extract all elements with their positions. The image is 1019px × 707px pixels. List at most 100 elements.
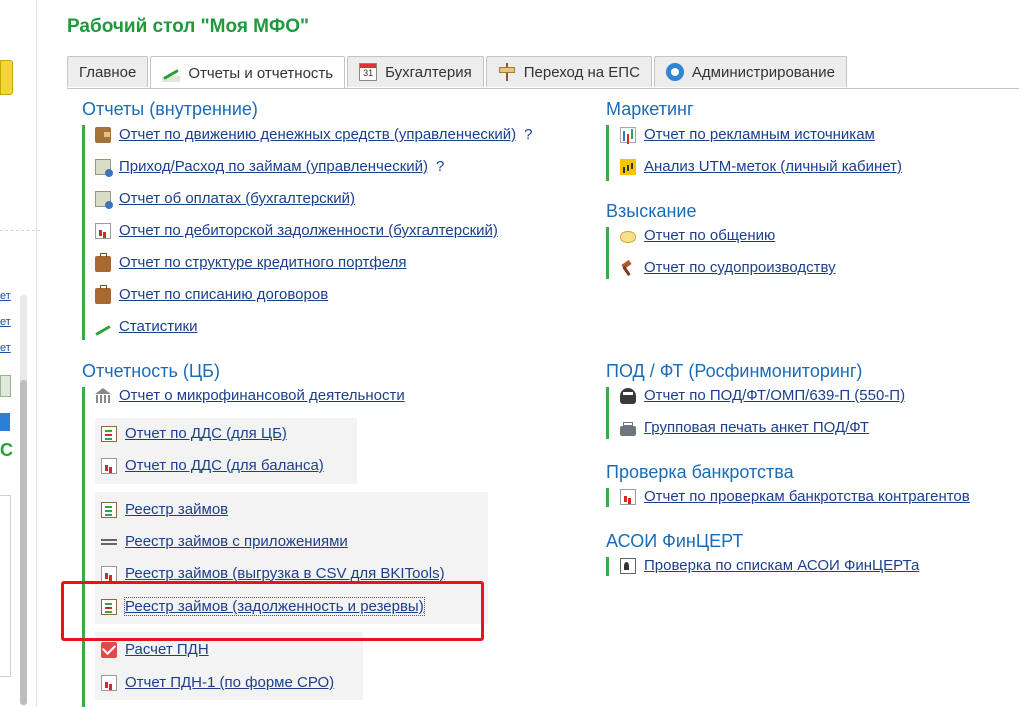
wallet-icon (95, 126, 111, 143)
report-link[interactable]: Приход/Расход по займам (управленческий) (119, 158, 428, 175)
calendar-icon (359, 63, 378, 81)
list-item: Отчет по проверкам банкротства контраген… (620, 488, 970, 505)
mail-check-icon (101, 641, 117, 658)
section-title-asoi: АСОИ ФинЦЕРТ (606, 531, 744, 551)
report-link[interactable]: Отчет по ДДС (для баланса) (125, 457, 324, 474)
sidebar-separator (0, 230, 40, 232)
page-title: Рабочий стол "Моя МФО" (67, 16, 310, 37)
list-item: Отчет по ПОД/ФТ/ОМП/639-П (550-П) (620, 387, 905, 404)
sidebar-tool-icon[interactable] (0, 375, 11, 397)
briefcase-icon (95, 252, 111, 272)
list-item: Реестр займов с приложениями (101, 533, 348, 550)
section-title-cb: Отчетность (ЦБ) (82, 361, 220, 381)
section-title-bankruptcy: Проверка банкротства (606, 462, 794, 482)
list-item: Отчет об оплатах (бухгалтерский) (95, 190, 355, 209)
report-link[interactable]: Статистики (119, 318, 198, 335)
clipboard-check-icon (101, 501, 117, 518)
list-item: Отчет по структуре кредитного портфеля (95, 252, 406, 272)
tab-label: Главное (79, 63, 137, 81)
chart-up-icon (95, 318, 111, 335)
tab-eps[interactable]: Переход на ЕПС (485, 56, 652, 87)
money-icon (95, 158, 113, 177)
tab-label: Бухгалтерия (385, 63, 472, 81)
report-doc-icon (620, 488, 636, 505)
report-doc-icon (101, 457, 117, 474)
report-link[interactable]: Отчет об оплатах (бухгалтерский) (119, 190, 355, 207)
tab-admin[interactable]: Администрирование (653, 56, 847, 87)
list-item: Групповая печать анкет ПОД/ФТ (620, 419, 869, 436)
report-link[interactable]: Отчет по структуре кредитного портфеля (119, 254, 406, 271)
sidebar-scrollbar-thumb[interactable] (20, 380, 27, 705)
section-accent-bar (606, 125, 609, 181)
section-title-internal: Отчеты (внутренние) (82, 99, 258, 119)
report-link[interactable]: Отчет по рекламным источникам (644, 126, 875, 143)
section-accent-bar (606, 387, 609, 439)
report-doc-icon (101, 565, 117, 582)
report-link[interactable]: Отчет по списанию договоров (119, 286, 328, 303)
sidebar-link-fragment[interactable]: ет (0, 290, 11, 302)
report-link[interactable]: Отчет по дебиторской задолженности (бухг… (119, 222, 498, 239)
section-title-marketing: Маркетинг (606, 99, 694, 119)
yellow-action-button[interactable] (0, 60, 13, 95)
list-item: Расчет ПДН (101, 641, 209, 658)
list-item: Отчет о микрофинансовой деятельности (95, 387, 405, 404)
briefcase-icon (95, 284, 111, 304)
report-link[interactable]: Отчет о микрофинансовой деятельности (119, 387, 405, 404)
report-link[interactable]: Отчет ПДН-1 (по форме СРО) (125, 674, 334, 691)
section-accent-bar (82, 125, 85, 340)
clipboard-icon (101, 425, 117, 442)
bank-icon (95, 387, 111, 404)
report-link[interactable]: Отчет по ДДС (для ЦБ) (125, 425, 287, 442)
list-item: Отчет по списанию договоров (95, 284, 328, 304)
tab-accounting[interactable]: Бухгалтерия (347, 56, 484, 87)
tab-underline (67, 88, 1019, 89)
speech-bubble-icon (620, 230, 636, 243)
tab-bar: Главное Отчеты и отчетность Бухгалтерия … (67, 56, 849, 89)
report-link[interactable]: Реестр займов с приложениями (125, 533, 348, 550)
report-link[interactable]: Отчет по общению (644, 227, 775, 244)
gear-icon (665, 63, 684, 81)
tab-label: Администрирование (691, 63, 835, 81)
report-link[interactable]: Проверка по спискам АСОИ ФинЦЕРТа (644, 557, 919, 574)
sidebar-divider (36, 0, 37, 707)
chart-up-icon (162, 64, 181, 82)
report-link[interactable]: Реестр займов (125, 501, 228, 518)
help-icon[interactable]: ? (436, 158, 444, 175)
list-item: Отчет по судопроизводству (620, 259, 836, 276)
tab-reports[interactable]: Отчеты и отчетность (150, 56, 346, 89)
highlight-box (61, 581, 484, 641)
section-title-aml: ПОД / ФТ (Росфинмониторинг) (606, 361, 863, 381)
section-accent-bar (82, 387, 85, 707)
sidebar-link-fragment[interactable]: ет (0, 316, 11, 328)
list-item: Отчет по дебиторской задолженности (бухг… (95, 222, 498, 239)
list-item: Отчет по общению (620, 227, 775, 244)
section-accent-bar (606, 227, 609, 279)
report-link[interactable]: Групповая печать анкет ПОД/ФТ (644, 419, 869, 436)
report-link[interactable]: Отчет по проверкам банкротства контраген… (644, 488, 970, 505)
signpost-icon (498, 63, 516, 81)
list-item: Отчет ПДН-1 (по форме СРО) (101, 674, 334, 691)
list-item: Приход/Расход по займам (управленческий)… (95, 158, 444, 177)
money-icon (95, 190, 113, 209)
report-link[interactable]: Расчет ПДН (125, 641, 209, 658)
report-doc-icon (101, 674, 117, 691)
list-item: Анализ UTM-меток (личный кабинет) (620, 158, 902, 175)
section-accent-bar (606, 557, 609, 576)
tab-main[interactable]: Главное (67, 56, 149, 87)
printer-icon (620, 421, 636, 436)
refresh-icon[interactable]: C (0, 440, 13, 461)
tab-label: Переход на ЕПС (523, 63, 640, 81)
list-item: Отчет по ДДС (для ЦБ) (101, 425, 287, 442)
report-link[interactable]: Отчет по ПОД/ФТ/ОМП/639-П (550-П) (644, 387, 905, 404)
yellow-bar-chart-icon (620, 158, 636, 175)
sidebar-selected-marker (0, 413, 10, 431)
report-link[interactable]: Отчет по движению денежных средств (упра… (119, 126, 516, 143)
left-sidebar-fragment: ет ет ет C (0, 0, 46, 707)
report-link[interactable]: Отчет по судопроизводству (644, 259, 836, 276)
help-icon[interactable]: ? (524, 126, 532, 143)
sidebar-link-fragment[interactable]: ет (0, 342, 11, 354)
report-link[interactable]: Анализ UTM-меток (личный кабинет) (644, 158, 902, 175)
tab-label: Отчеты и отчетность (188, 64, 334, 82)
gavel-icon (620, 260, 636, 276)
report-link[interactable]: Реестр займов (выгрузка в CSV для BKIToo… (125, 565, 445, 582)
